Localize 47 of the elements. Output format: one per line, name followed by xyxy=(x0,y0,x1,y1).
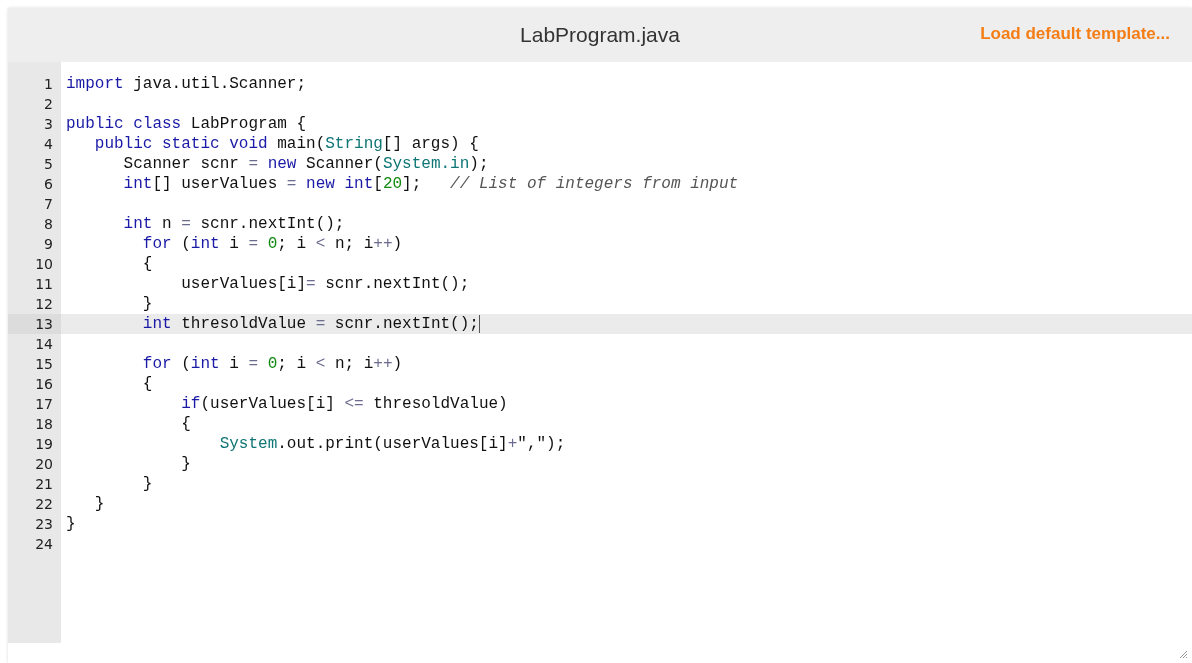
code-line: } xyxy=(141,474,154,494)
code-line: public static void main(String[] args) { xyxy=(93,134,480,154)
line-number: 19 xyxy=(34,435,54,454)
line-number: 18 xyxy=(34,415,54,434)
code-line: { xyxy=(141,374,154,394)
code-line: { xyxy=(141,254,154,274)
line-number: 20 xyxy=(34,455,54,474)
line-number: 15 xyxy=(34,355,54,374)
line-number: 13 xyxy=(8,314,61,334)
code-line: } xyxy=(180,454,192,474)
line-number: 23 xyxy=(34,515,54,534)
line-number: 10 xyxy=(34,255,54,274)
line-number: 4 xyxy=(43,135,54,154)
code-line: for (int i = 0; i < n; i++) xyxy=(141,354,404,374)
line-number: 22 xyxy=(34,495,54,514)
line-number: 14 xyxy=(34,335,54,354)
code-line: for (int i = 0; i < n; i++) xyxy=(141,234,404,254)
line-number: 8 xyxy=(43,215,54,234)
code-line: } xyxy=(65,514,77,534)
code-line: } xyxy=(93,494,106,514)
line-number: 21 xyxy=(34,475,54,494)
code-line: public class LabProgram { xyxy=(65,114,308,134)
line-number: 12 xyxy=(34,295,54,314)
code-line: userValues[i]= scnr.nextInt(); xyxy=(180,274,471,294)
file-name: LabProgram.java xyxy=(520,23,680,47)
line-number: 24 xyxy=(34,535,54,554)
code-line: Scanner scnr = new Scanner(System.in); xyxy=(122,154,490,174)
load-template-link[interactable]: Load default template... xyxy=(980,24,1170,44)
code-line: if(userValues[i] <= thresoldValue) xyxy=(180,394,509,414)
line-number: 11 xyxy=(34,275,54,294)
line-number: 5 xyxy=(43,155,54,174)
code-line: int n = scnr.nextInt(); xyxy=(122,214,346,234)
code-line: } xyxy=(141,294,154,314)
text-cursor xyxy=(478,314,480,333)
code-line: int[] userValues = new int[20]; // List of integers from input xyxy=(122,174,740,194)
code-line: System.out.print(userValues[i]+","); xyxy=(218,434,567,454)
resize-grip-icon[interactable] xyxy=(1178,649,1188,659)
line-number: 2 xyxy=(43,95,54,114)
code-line: { xyxy=(180,414,192,434)
code-line: import java.util.Scanner; xyxy=(65,74,308,94)
line-number: 7 xyxy=(43,195,54,214)
line-number: 6 xyxy=(43,175,54,194)
line-number: 17 xyxy=(34,395,54,414)
line-number: 1 xyxy=(43,75,54,94)
line-number: 9 xyxy=(43,235,54,254)
line-number: 16 xyxy=(34,375,54,394)
line-number: 3 xyxy=(43,115,54,134)
